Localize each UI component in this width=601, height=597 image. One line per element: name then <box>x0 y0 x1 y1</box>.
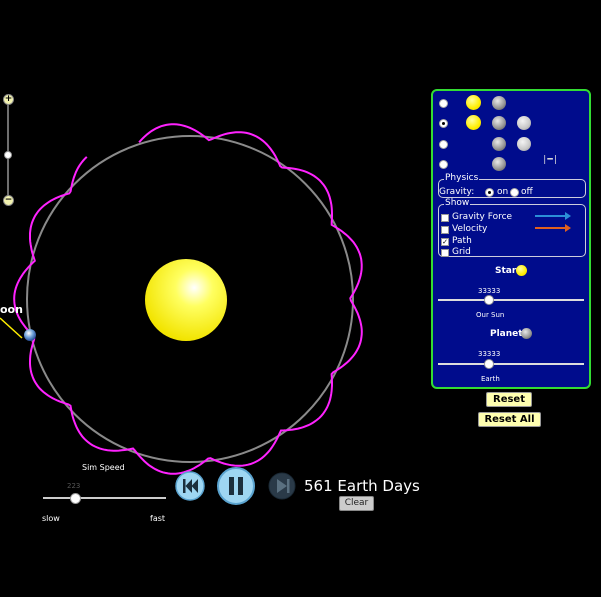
planet-icon <box>521 328 532 339</box>
preset-radio-4[interactable] <box>439 160 448 169</box>
gravity-on-radio[interactable] <box>485 188 494 197</box>
star-icon <box>516 265 527 276</box>
sun[interactable] <box>145 259 227 341</box>
gravity-force-arrow-icon <box>535 212 571 220</box>
gravity-force-label: Gravity Force <box>452 212 513 222</box>
sun-icon <box>466 115 481 130</box>
show-title: Show <box>444 198 471 208</box>
star-label: Star <box>495 266 517 276</box>
show-group: Show Gravity Force Velocity ✓ Path Grid <box>438 198 586 257</box>
grid-label: Grid <box>452 247 471 257</box>
planet-name: Earth <box>481 375 500 383</box>
grid-checkbox[interactable] <box>441 249 449 257</box>
fast-label: fast <box>150 514 166 523</box>
sim-speed-label: Sim Speed <box>82 463 125 472</box>
reset-button[interactable]: Reset <box>486 392 532 407</box>
sun-icon <box>466 95 481 110</box>
zoom-out-button[interactable]: − <box>3 195 14 206</box>
star-slider-thumb[interactable] <box>484 295 494 305</box>
moon-label: oon <box>0 303 23 316</box>
earth[interactable] <box>24 329 36 341</box>
step-button[interactable] <box>268 472 296 500</box>
reset-all-button[interactable]: Reset All <box>478 412 541 427</box>
elapsed-days: 561 Earth Days <box>304 477 420 495</box>
zoom-thumb[interactable] <box>4 151 12 159</box>
control-panel: |━| Physics Gravity: on off Show Gravity… <box>431 89 591 389</box>
star-value: 33333 <box>478 287 501 295</box>
physics-group: Physics Gravity: on off <box>438 173 586 198</box>
planet-icon <box>492 137 506 151</box>
planet-value: 33333 <box>478 350 501 358</box>
physics-title: Physics <box>444 173 480 183</box>
zoom-in-button[interactable]: + <box>3 94 14 105</box>
star-slider-track[interactable] <box>438 299 584 301</box>
gravity-force-checkbox[interactable] <box>441 214 449 222</box>
gravity-label: Gravity: <box>439 187 475 197</box>
clear-button[interactable]: Clear <box>339 496 374 511</box>
velocity-arrow-icon <box>535 224 571 232</box>
sim-speed-value: 223 <box>67 482 81 490</box>
planet-icon <box>492 157 506 171</box>
pause-button[interactable] <box>216 466 256 506</box>
path-checkbox[interactable]: ✓ <box>441 238 449 246</box>
star-name: Our Sun <box>476 311 505 319</box>
preset-radio-2[interactable] <box>439 119 448 128</box>
gravity-on-label: on <box>497 187 509 197</box>
sim-speed-track[interactable] <box>43 497 166 499</box>
moon-icon <box>517 116 531 130</box>
gravity-off-label: off <box>521 187 533 197</box>
path-label: Path <box>452 236 472 246</box>
preset-radio-1[interactable] <box>439 99 448 108</box>
sim-speed-thumb[interactable] <box>70 493 81 504</box>
planet-slider-track[interactable] <box>438 363 584 365</box>
velocity-checkbox[interactable] <box>441 226 449 234</box>
moon-label-pointer <box>0 317 23 339</box>
planet-slider-thumb[interactable] <box>484 359 494 369</box>
slow-label: slow <box>42 514 60 523</box>
planet-icon <box>492 96 506 110</box>
space-station-icon: |━| <box>542 155 559 165</box>
velocity-label: Velocity <box>452 224 488 234</box>
preset-radio-3[interactable] <box>439 140 448 149</box>
rewind-button[interactable] <box>175 470 205 502</box>
moon-icon <box>517 137 531 151</box>
planet-icon <box>492 116 506 130</box>
gravity-off-radio[interactable] <box>510 188 519 197</box>
planet-label: Planet <box>490 329 523 339</box>
